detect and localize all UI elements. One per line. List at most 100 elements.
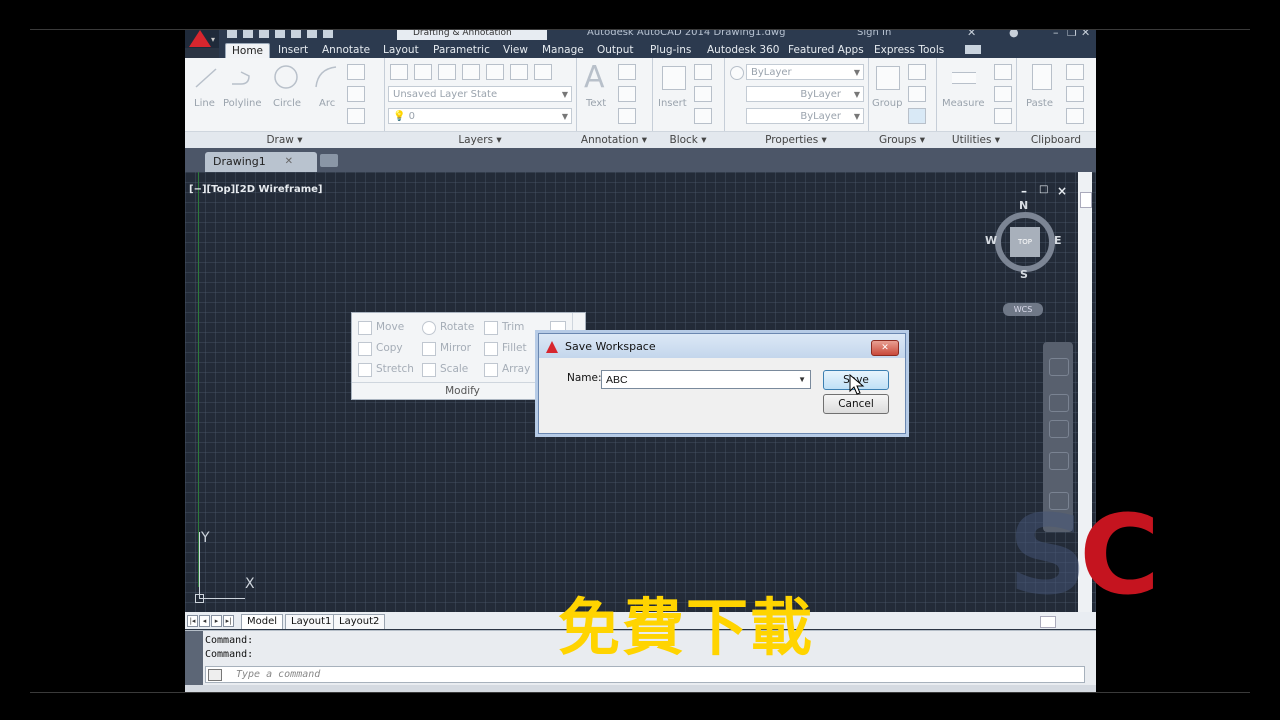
orbit-icon[interactable] [1049, 452, 1069, 470]
measure-tool-label[interactable]: Measure [942, 98, 985, 109]
chevron-down-icon[interactable]: ▼ [798, 371, 806, 389]
group-edit-icon[interactable] [908, 86, 926, 102]
save-file-icon[interactable] [259, 30, 269, 38]
dialog-close-button[interactable]: ✕ [871, 340, 899, 356]
text-icon[interactable]: A [584, 60, 605, 95]
measure-icon[interactable] [952, 72, 976, 84]
tab-parametric[interactable]: Parametric [427, 43, 496, 58]
plot-icon[interactable] [291, 30, 301, 38]
quick-select-icon[interactable] [994, 64, 1012, 80]
block-panel-title[interactable]: Block ▾ [652, 131, 724, 148]
first-layout-icon[interactable]: |◂ [187, 615, 198, 627]
last-layout-icon[interactable]: ▸| [223, 615, 234, 627]
rotate-tool[interactable]: Rotate [440, 321, 474, 333]
mirror-tool[interactable]: Mirror [440, 342, 471, 354]
close-button[interactable]: ✕ [1081, 30, 1090, 39]
redo-icon[interactable] [323, 30, 333, 38]
undo-icon[interactable] [307, 30, 317, 38]
paste-tool-label[interactable]: Paste [1026, 98, 1053, 109]
dialog-title-bar[interactable]: Save Workspace ✕ [539, 334, 905, 358]
line-icon[interactable] [193, 66, 219, 90]
groups-panel-title[interactable]: Groups ▾ [868, 131, 936, 148]
copy-tool[interactable]: Copy [376, 342, 403, 354]
hatch-icon[interactable] [347, 108, 365, 124]
tab-home[interactable]: Home [225, 43, 271, 59]
workspace-switcher[interactable]: Drafting & Annotation [397, 30, 547, 40]
tab-manage[interactable]: Manage [536, 43, 590, 58]
tab-featured-apps[interactable]: Featured Apps [782, 43, 870, 58]
group-selection-icon[interactable] [908, 108, 926, 124]
text-tool-label[interactable]: Text [586, 98, 606, 109]
dimension-icon[interactable] [618, 64, 636, 80]
utilities-panel-title[interactable]: Utilities ▾ [936, 131, 1016, 148]
viewcube-top-face[interactable]: TOP [1010, 227, 1040, 257]
insert-block-icon[interactable] [662, 66, 686, 90]
insert-tool-label[interactable]: Insert [658, 98, 687, 109]
line-tool-label[interactable]: Line [194, 98, 215, 109]
ellipse-icon[interactable] [347, 86, 365, 102]
compass-south[interactable]: S [1020, 268, 1028, 281]
previous-layout-icon[interactable]: ◂ [199, 615, 210, 627]
layer-lock-icon[interactable] [534, 64, 552, 80]
compass-north[interactable]: N [1019, 199, 1028, 212]
open-file-icon[interactable] [243, 30, 253, 38]
group-tool-label[interactable]: Group [872, 98, 902, 109]
tab-express-tools[interactable]: Express Tools [868, 43, 950, 58]
match-properties-icon[interactable] [730, 66, 744, 80]
tab-layout2[interactable]: Layout2 [333, 614, 386, 629]
layer-freeze-icon[interactable] [486, 64, 504, 80]
select-all-icon[interactable] [994, 86, 1012, 102]
ribbon-options-icon[interactable] [965, 45, 981, 54]
zoom-extents-icon[interactable] [1049, 420, 1069, 438]
array-tool[interactable]: Array [502, 363, 530, 375]
viewport-controls[interactable]: [−][Top][2D Wireframe] [189, 184, 322, 195]
tab-layout1[interactable]: Layout1 [285, 614, 338, 629]
pan-icon[interactable] [1049, 394, 1069, 412]
calculator-icon[interactable] [994, 108, 1012, 124]
table-icon[interactable] [618, 108, 636, 124]
next-layout-icon[interactable]: ▸ [211, 615, 222, 627]
tab-plug-ins[interactable]: Plug-ins [644, 43, 697, 58]
tab-insert[interactable]: Insert [272, 43, 314, 58]
linetype-dropdown[interactable]: ByLayer ▼ [746, 86, 864, 102]
stretch-tool[interactable]: Stretch [376, 363, 414, 375]
tab-autodesk-360[interactable]: Autodesk 360 [701, 43, 785, 58]
save-as-icon[interactable] [275, 30, 285, 38]
arc-tool-label[interactable]: Arc [319, 98, 335, 109]
tab-annotate[interactable]: Annotate [316, 43, 376, 58]
help-icon[interactable]: ● [1009, 30, 1019, 39]
viewport-minimize-button[interactable]: – [1021, 184, 1027, 198]
rectangle-icon[interactable] [347, 64, 365, 80]
layer-isolate-icon[interactable] [462, 64, 480, 80]
tab-output[interactable]: Output [591, 43, 639, 58]
current-layer-dropdown[interactable]: 💡 0 ▼ [388, 108, 572, 124]
cut-icon[interactable] [1066, 64, 1084, 80]
fillet-tool[interactable]: Fillet [502, 342, 527, 354]
block-attributes-icon[interactable] [694, 108, 712, 124]
viewcube[interactable]: TOP N S W E [985, 199, 1065, 300]
layer-match-icon[interactable] [414, 64, 432, 80]
tab-view[interactable]: View [497, 43, 534, 58]
clipboard-panel-title[interactable]: Clipboard [1016, 131, 1096, 148]
close-tab-icon[interactable]: ✕ [285, 152, 293, 172]
scrollbar-thumb[interactable] [1080, 192, 1092, 208]
circle-icon[interactable] [273, 64, 299, 90]
copy-icon[interactable] [1066, 86, 1084, 102]
command-input[interactable]: Type a command [205, 666, 1085, 683]
application-menu-button[interactable]: ▾ [185, 30, 219, 48]
sign-in-link[interactable]: Sign In [857, 30, 891, 38]
trim-tool[interactable]: Trim [502, 321, 524, 333]
drawing-canvas[interactable]: [−][Top][2D Wireframe] – □ × TOP N S W E… [185, 172, 1096, 612]
command-line-grip[interactable] [185, 631, 203, 686]
layer-previous-icon[interactable] [438, 64, 456, 80]
lineweight-dropdown[interactable]: ByLayer ▼ [746, 108, 864, 124]
edit-block-icon[interactable] [694, 86, 712, 102]
layer-off-icon[interactable] [510, 64, 528, 80]
tab-layout[interactable]: Layout [377, 43, 425, 58]
leader-icon[interactable] [618, 86, 636, 102]
cancel-button[interactable]: Cancel [823, 394, 889, 414]
tab-model[interactable]: Model [241, 614, 284, 629]
group-icon[interactable] [876, 66, 900, 90]
exchange-icon[interactable]: ✕ [967, 30, 976, 39]
compass-east[interactable]: E [1054, 234, 1062, 247]
